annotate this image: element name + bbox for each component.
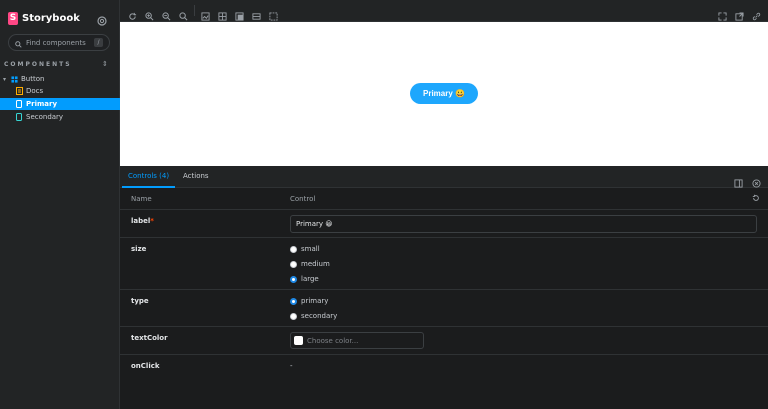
radio-button-selected[interactable] xyxy=(290,297,297,305)
color-placeholder: Choose color... xyxy=(307,336,359,345)
background-icon[interactable] xyxy=(201,6,210,21)
toolbar-divider xyxy=(194,5,195,16)
copy-link-icon[interactable] xyxy=(752,6,761,21)
story-icon xyxy=(15,113,23,121)
radio-button[interactable] xyxy=(290,260,297,268)
open-new-tab-icon[interactable] xyxy=(735,6,744,21)
radio-label: large xyxy=(301,275,319,283)
tree-group-label: Button xyxy=(21,75,45,83)
fullscreen-icon[interactable] xyxy=(718,6,727,21)
viewport-icon[interactable] xyxy=(235,6,244,21)
tree-group-button[interactable]: ▾ Button xyxy=(0,73,120,85)
outline-icon[interactable] xyxy=(269,6,278,21)
tree-item-primary[interactable]: Primary xyxy=(0,98,120,110)
control-row-size: size small medium large xyxy=(120,238,768,290)
header-control: Control xyxy=(290,195,316,203)
tree-item-secondary[interactable]: Secondary xyxy=(0,111,120,123)
collapse-all-icon[interactable]: ⇕ xyxy=(102,60,108,68)
radio-type-primary[interactable]: primary xyxy=(290,296,328,306)
radio-size-large[interactable]: large xyxy=(290,274,319,284)
component-icon xyxy=(10,75,18,83)
radio-label: primary xyxy=(301,297,329,305)
control-row-label: label* Primary 😀 xyxy=(120,210,768,238)
sidebar: S Storybook Find components / COMPONENTS… xyxy=(0,0,120,409)
control-row-type: type primary secondary xyxy=(120,290,768,327)
search-placeholder: Find components xyxy=(26,38,86,47)
color-picker-input[interactable]: Choose color... xyxy=(290,332,424,349)
radio-button[interactable] xyxy=(290,245,297,253)
control-row-textcolor: textColor Choose color... xyxy=(120,327,768,355)
tree-item-label: Primary xyxy=(26,100,58,108)
storybook-app: S Storybook Find components / COMPONENTS… xyxy=(0,0,768,409)
zoom-reset-icon[interactable] xyxy=(179,6,188,21)
docs-icon xyxy=(15,87,23,95)
chevron-down-icon: ▾ xyxy=(2,75,6,83)
prop-name: label* xyxy=(131,217,154,225)
control-row-onclick: onClick - xyxy=(120,355,768,383)
radio-label: secondary xyxy=(301,312,338,320)
grid-icon[interactable] xyxy=(218,6,227,21)
radio-type-secondary[interactable]: secondary xyxy=(290,311,337,321)
label-text-input[interactable]: Primary 😀 xyxy=(290,215,757,233)
primary-story-button[interactable]: Primary 😀 xyxy=(410,83,478,104)
radio-label: small xyxy=(301,245,320,253)
radio-label: medium xyxy=(301,260,330,268)
radio-size-medium[interactable]: medium xyxy=(290,259,330,269)
settings-icon[interactable] xyxy=(96,12,108,26)
story-canvas: Primary 😀 xyxy=(120,22,768,166)
prop-name: textColor xyxy=(131,334,168,342)
preview-toolbar xyxy=(120,0,768,22)
radio-button-selected[interactable] xyxy=(290,275,297,283)
brand-title: Storybook xyxy=(22,12,80,24)
controls-table-header: Name Control xyxy=(120,188,768,210)
reset-controls-icon[interactable] xyxy=(752,194,760,204)
panel-orientation-icon[interactable] xyxy=(734,173,743,188)
radio-size-small[interactable]: small xyxy=(290,244,320,254)
prop-name: type xyxy=(131,297,149,305)
tab-controls[interactable]: Controls (4) xyxy=(128,172,169,180)
prop-name: size xyxy=(131,245,147,253)
radio-button[interactable] xyxy=(290,312,297,320)
story-icon xyxy=(15,100,23,108)
tab-actions[interactable]: Actions xyxy=(183,172,209,180)
zoom-out-icon[interactable] xyxy=(162,6,171,21)
brand[interactable]: S Storybook xyxy=(8,11,80,25)
prop-name: onClick xyxy=(131,362,160,370)
tree-item-docs[interactable]: Docs xyxy=(0,85,120,97)
addons-panel: Controls (4) Actions Name Control label*… xyxy=(120,166,768,409)
storybook-logo-icon: S xyxy=(8,11,18,25)
search-input[interactable]: Find components / xyxy=(8,34,110,51)
section-title-components[interactable]: COMPONENTS xyxy=(4,61,72,68)
close-panel-icon[interactable] xyxy=(752,173,761,188)
color-swatch[interactable] xyxy=(294,336,303,345)
tree-item-label: Secondary xyxy=(26,113,64,121)
header-name: Name xyxy=(131,195,152,203)
measure-icon[interactable] xyxy=(252,6,261,20)
addon-tabs: Controls (4) Actions xyxy=(120,166,768,188)
onclick-value: - xyxy=(290,362,293,370)
tree-item-label: Docs xyxy=(26,87,44,95)
search-icon xyxy=(15,33,22,52)
reload-icon[interactable] xyxy=(128,6,137,20)
required-indicator: * xyxy=(150,217,154,225)
zoom-in-icon[interactable] xyxy=(145,6,154,21)
search-shortcut: / xyxy=(94,38,103,47)
